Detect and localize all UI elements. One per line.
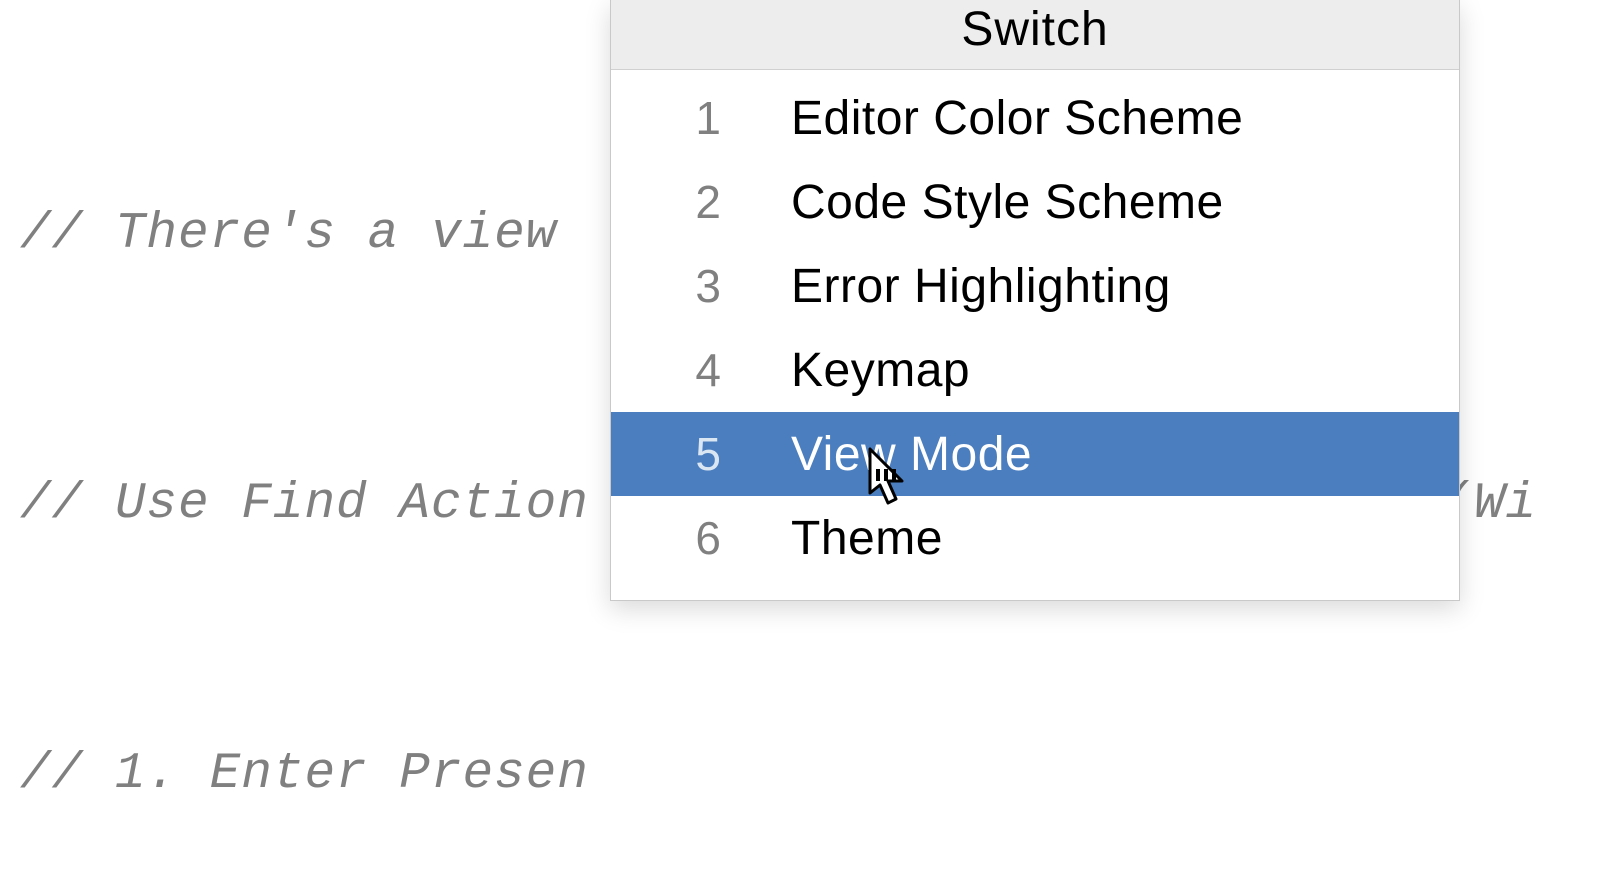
switch-popup-title: Switch	[611, 0, 1459, 70]
switch-item-number: 3	[611, 259, 721, 313]
switch-item-error-highlighting[interactable]: 3 Error Highlighting	[611, 244, 1459, 328]
switch-item-number: 5	[611, 427, 721, 481]
switch-item-view-mode[interactable]: 5 View Mode	[611, 412, 1459, 496]
switch-item-code-style-scheme[interactable]: 2 Code Style Scheme	[611, 160, 1459, 244]
switch-item-number: 2	[611, 175, 721, 229]
switch-item-label: Error Highlighting	[721, 259, 1171, 314]
switch-popup: Switch 1 Editor Color Scheme 2 Code Styl…	[610, 0, 1460, 601]
switch-item-editor-color-scheme[interactable]: 1 Editor Color Scheme	[611, 76, 1459, 160]
switch-item-label: Code Style Scheme	[721, 175, 1224, 230]
switch-item-label: Theme	[721, 511, 943, 566]
switch-item-label: View Mode	[721, 427, 1032, 482]
code-line: // 1. Enter Presen	[20, 730, 1600, 820]
switch-item-label: Editor Color Scheme	[721, 91, 1243, 146]
switch-item-number: 6	[611, 511, 721, 565]
switch-item-number: 1	[611, 91, 721, 145]
switch-item-theme[interactable]: 6 Theme	[611, 496, 1459, 580]
switch-item-keymap[interactable]: 4 Keymap	[611, 328, 1459, 412]
switch-item-label: Keymap	[721, 343, 970, 398]
switch-popup-list: 1 Editor Color Scheme 2 Code Style Schem…	[611, 70, 1459, 600]
switch-item-number: 4	[611, 343, 721, 397]
